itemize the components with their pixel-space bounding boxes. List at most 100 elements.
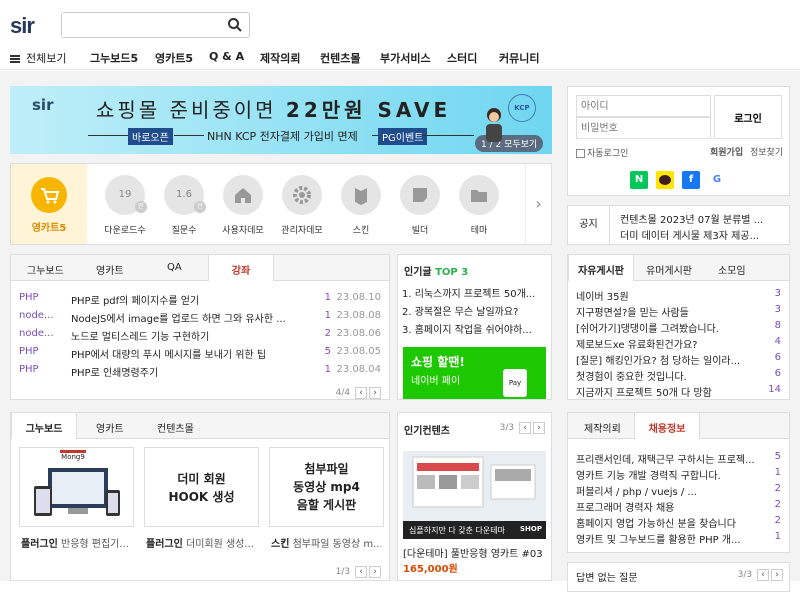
chevron-right-icon[interactable]: › [525, 164, 551, 244]
question-count-icon[interactable]: 1.6 만 [164, 175, 206, 215]
notice-item[interactable]: 컨텐츠몰 2023년 07월 분류별 ... [620, 211, 763, 226]
popular-item[interactable]: 2. 광복절은 무슨 날일까요? [402, 303, 518, 318]
next-arrow-icon[interactable]: › [533, 422, 545, 434]
list-item[interactable]: 프로그래머 경력자 채용 2 [576, 499, 781, 514]
row-title[interactable]: 프리랜서인데, 재택근무 구하시는 프로젝... [576, 451, 755, 466]
list-item[interactable]: 퍼블리셔 / php / vuejs / ... 2 [576, 483, 781, 498]
list-item[interactable]: 네이버 35원 3 [576, 288, 781, 303]
row-title[interactable]: 첫경험이 중요한 것입니다. [576, 368, 687, 383]
login-pw-input[interactable] [576, 117, 711, 139]
list-item[interactable]: [질문] 해킹인가요? 첨 당하는 일이라... 6 [576, 352, 781, 367]
folder-icon[interactable] [459, 175, 499, 215]
download-count-icon[interactable]: 19 만 [105, 175, 147, 215]
join-link[interactable]: 회원가입 [710, 145, 743, 158]
prev-arrow-icon[interactable]: ‹ [355, 387, 367, 399]
row-title[interactable]: 네이버 35원 [576, 288, 629, 303]
list-item[interactable]: 첫경험이 중요한 것입니다. 6 [576, 368, 781, 383]
row-title[interactable]: [질문] 해킹인가요? 첨 당하는 일이라... [576, 352, 740, 367]
home-icon[interactable] [223, 175, 263, 215]
find-info-link[interactable]: 정보찾기 [750, 145, 783, 158]
nav-item-community[interactable]: 커뮤니티 [499, 50, 539, 66]
list-item[interactable]: 영카트 기능 개발 경력직 구합니다. 1 [576, 467, 781, 482]
auto-login-checkbox[interactable]: 자동로그인 [576, 146, 628, 159]
row-title[interactable]: 지금까지 프로젝트 50개 다 망함 [576, 384, 712, 399]
tab-small-group[interactable]: 소모임 [718, 262, 746, 277]
tab-free-board[interactable]: 자유게시판 [568, 255, 634, 281]
popular-contents-caption[interactable]: [다운테마] 풀반응형 영카트 #03 [403, 545, 543, 560]
row-title[interactable]: [쉬어가기]댕댕이를 그려봤습니다. [576, 320, 719, 335]
next-arrow-icon[interactable]: › [771, 569, 783, 581]
tab-humor-board[interactable]: 유머게시판 [646, 262, 692, 277]
nav-item-study[interactable]: 스터디 [447, 50, 477, 66]
gallery-caption[interactable]: 플러그인 반응형 편집기... [21, 535, 139, 550]
nav-item-qa[interactable]: Q & A [209, 50, 244, 63]
next-arrow-icon[interactable]: › [369, 566, 381, 578]
tab-gallery-contents[interactable]: 컨텐츠몰 [157, 420, 194, 435]
row-title[interactable]: 영카트 기능 개발 경력직 구합니다. [576, 467, 721, 482]
list-item[interactable]: 지구평면설?을 믿는 사람들 3 [576, 304, 781, 319]
table-row[interactable]: PHP PHP로 pdf의 페이지수를 얻기 1 23.08.10 [19, 292, 381, 307]
next-arrow-icon[interactable]: › [369, 387, 381, 399]
row-title[interactable]: PHP에서 대량의 푸시 메시지를 보내기 위한 팁 [71, 346, 266, 361]
tab-gallery-youngcart[interactable]: 영카트 [96, 420, 124, 435]
nav-item-youngcart[interactable]: 영카트5 [155, 50, 193, 66]
row-title[interactable]: 노드로 멀티스레드 기능 구현하기 [71, 328, 209, 343]
gallery-caption[interactable]: 스킨 첨부파일 동영상 m... [271, 535, 381, 550]
nav-item-services[interactable]: 부가서비스 [380, 50, 431, 66]
list-item[interactable]: 프리랜서인데, 재택근무 구하시는 프로젝... 5 [576, 451, 781, 466]
list-item[interactable]: [쉬어가기]댕댕이를 그려봤습니다. 8 [576, 320, 781, 335]
all-menu-button[interactable]: 전체보기 [10, 50, 66, 66]
login-id-input[interactable] [576, 95, 711, 117]
search-input[interactable] [62, 13, 222, 37]
row-title[interactable]: 영카트 및 그누보드를 활용한 PHP 개... [576, 531, 741, 546]
search-icon[interactable] [227, 17, 243, 33]
row-title[interactable]: PHP로 인쇄명령주기 [71, 364, 158, 379]
popular-item[interactable]: 1. 리눅스까지 프로젝트 50개... [402, 285, 535, 300]
row-title[interactable]: 지구평면설?을 믿는 사람들 [576, 304, 689, 319]
kakao-login-icon[interactable] [656, 171, 674, 189]
row-title[interactable]: NodeJS에서 image를 업로드 하면 그와 유사한 ... [71, 310, 286, 325]
nav-item-gnuboard[interactable]: 그누보드5 [90, 50, 138, 66]
google-login-icon[interactable]: G [708, 171, 726, 189]
tab-jobs[interactable]: 채용정보 [634, 413, 700, 439]
nav-item-contents[interactable]: 컨텐츠몰 [320, 50, 360, 66]
row-title[interactable]: 홈페이지 영업 가능하신 분을 찾습니다 [576, 515, 736, 530]
gallery-thumb[interactable]: 더미 회원 HOOK 생성 [144, 447, 259, 527]
nav-item-request[interactable]: 제작의뢰 [260, 50, 300, 66]
table-row[interactable]: PHP PHP에서 대량의 푸시 메시지를 보내기 위한 팁 5 23.08.05 [19, 346, 381, 361]
row-title[interactable]: 퍼블리셔 / php / vuejs / ... [576, 483, 697, 498]
list-item[interactable]: 지금까지 프로젝트 50개 다 망함 14 [576, 384, 781, 399]
tab-request[interactable]: 제작의뢰 [584, 420, 621, 435]
table-row[interactable]: node... NodeJS에서 image를 업로드 하면 그와 유사한 ...… [19, 310, 381, 325]
gallery-thumb[interactable]: Mong9 [19, 447, 134, 527]
facebook-login-icon[interactable]: f [682, 171, 700, 189]
table-row[interactable]: PHP PHP로 인쇄명령주기 1 23.08.04 [19, 364, 381, 379]
gallery-thumb[interactable]: 첨부파일 동영상 mp4 음할 게시판 [269, 447, 384, 527]
tab-qa[interactable]: QA [167, 262, 182, 273]
notice-item[interactable]: 더미 데이터 게시물 제3자 제공... [620, 227, 759, 242]
site-logo[interactable]: sir [10, 13, 35, 39]
promo-banner[interactable]: sir 쇼핑몰 준비중이면 22만원 SAVE 바로오픈 NHN KCP 전자결… [10, 86, 552, 154]
skin-icon[interactable] [341, 175, 381, 215]
login-button[interactable]: 로그인 [714, 95, 782, 139]
table-row[interactable]: node... 노드로 멀티스레드 기능 구현하기 2 23.08.06 [19, 328, 381, 343]
prev-arrow-icon[interactable]: ‹ [757, 569, 769, 581]
tab-lecture[interactable]: 강좌 [208, 255, 274, 281]
naver-login-icon[interactable]: N [630, 171, 648, 189]
gear-icon[interactable] [282, 175, 322, 215]
popular-contents-image[interactable]: 심플하지만 다 갖춘 다운테마 SHOP [403, 451, 546, 539]
youngcart-tile[interactable]: 영카트5 [11, 164, 87, 244]
list-item[interactable]: 영카트 및 그누보드를 활용한 PHP 개... 1 [576, 531, 781, 546]
tab-youngcart[interactable]: 영카트 [96, 262, 124, 277]
row-title[interactable]: 제로보드xe 유료화된건가요? [576, 336, 697, 351]
note-icon[interactable] [400, 175, 440, 215]
row-title[interactable]: 프로그래머 경력자 채용 [576, 499, 674, 514]
row-title[interactable]: PHP로 pdf의 페이지수를 얻기 [71, 292, 199, 307]
prev-arrow-icon[interactable]: ‹ [519, 422, 531, 434]
naver-pay-ad[interactable]: 쇼핑 할땐! 네이버 페이 Pay [403, 347, 546, 399]
popular-item[interactable]: 3. 홈페이지 작업을 쉬어야하... [402, 321, 532, 336]
list-item[interactable]: 홈페이지 영업 가능하신 분을 찾습니다 2 [576, 515, 781, 530]
tab-gallery-gnuboard[interactable]: 그누보드 [11, 413, 77, 439]
tab-gnuboard[interactable]: 그누보드 [27, 262, 64, 277]
list-item[interactable]: 제로보드xe 유료화된건가요? 4 [576, 336, 781, 351]
